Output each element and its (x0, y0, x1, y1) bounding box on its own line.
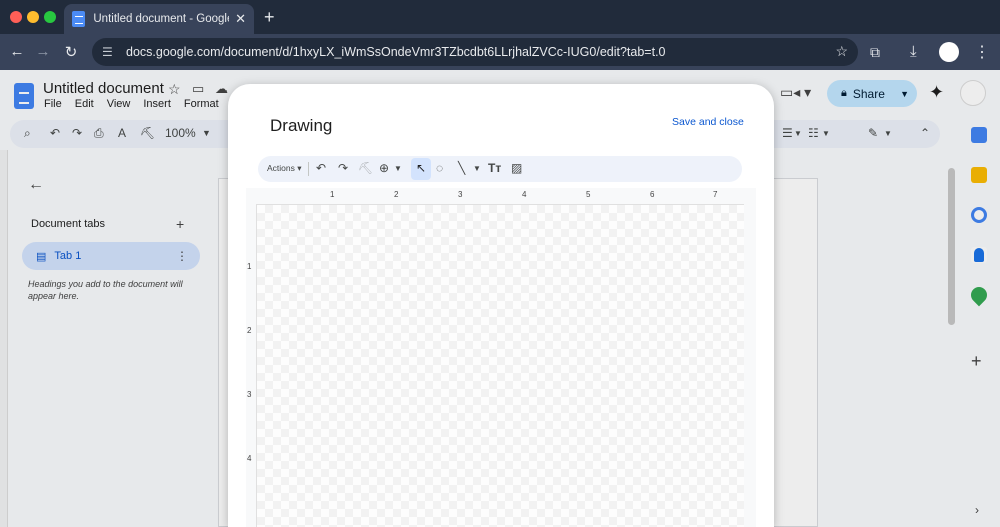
redo-icon[interactable]: ↷ (338, 161, 348, 175)
site-info-icon[interactable]: ☰ (102, 45, 122, 59)
window-close-button[interactable] (10, 11, 22, 23)
browser-profile-avatar[interactable] (939, 42, 959, 62)
drawing-canvas[interactable] (256, 204, 744, 527)
reload-icon[interactable]: ↻ (60, 43, 82, 61)
zoom-icon[interactable]: ⊕ (379, 161, 389, 175)
zoom-chevron-down-icon[interactable]: ▼ (394, 164, 402, 173)
browser-toolbar: ← → ↻ ☰ docs.google.com/document/d/1hxyL… (0, 34, 1000, 70)
actions-label: Actions (267, 163, 295, 173)
ruler-label: 2 (394, 190, 399, 199)
paint-format-icon[interactable]: ⛏ (358, 161, 373, 175)
browser-tab-active[interactable]: Untitled document - Google Docs ✕ (64, 4, 254, 34)
browser-tab-strip: Untitled document - Google Docs ✕ + (0, 0, 1000, 34)
text-box-icon[interactable]: Tт (488, 161, 501, 175)
tab-close-icon[interactable]: ✕ (235, 11, 246, 27)
ruler-label: 1 (247, 262, 252, 271)
url-text: docs.google.com/document/d/1hxyLX_iWmSsO… (126, 45, 666, 59)
drawing-horizontal-ruler: 1 2 3 4 5 6 7 (256, 190, 746, 204)
drawing-dialog: Drawing Save and close Actions ▾ ↶ ↷ ⛏ ⊕… (228, 84, 774, 527)
actions-menu-button[interactable]: Actions ▾ (267, 163, 302, 174)
address-bar[interactable]: ☰ docs.google.com/document/d/1hxyLX_iWmS… (92, 38, 858, 66)
ruler-label: 5 (586, 190, 591, 199)
new-tab-icon[interactable]: + (264, 7, 275, 28)
ruler-label: 3 (458, 190, 463, 199)
line-tool-icon[interactable]: ╲ (458, 161, 465, 175)
save-and-close-button[interactable]: Save and close (672, 116, 744, 128)
back-arrow-icon[interactable]: ← (6, 43, 28, 60)
drawing-toolbar: Actions ▾ ↶ ↷ ⛏ ⊕ ▼ ↖ ◌ ╲ ▼ Tт ▨ (258, 156, 742, 182)
forward-arrow-icon[interactable]: → (32, 43, 54, 60)
drawing-canvas-area: 1 2 3 4 5 6 7 1 2 3 4 (246, 188, 756, 527)
bookmark-star-icon[interactable]: ☆ (835, 43, 848, 60)
tab-search-icon[interactable]: ⧉ (870, 44, 880, 61)
download-icon[interactable]: ⤓ (910, 43, 917, 60)
ruler-label: 4 (247, 454, 252, 463)
browser-tab-title: Untitled document - Google Docs (93, 13, 229, 25)
line-chevron-down-icon[interactable]: ▼ (473, 164, 481, 173)
window-minimize-button[interactable] (27, 11, 39, 23)
ruler-label: 3 (247, 390, 252, 399)
window-zoom-button[interactable] (44, 11, 56, 23)
drawing-dialog-title: Drawing (270, 116, 333, 135)
toolbar-divider (308, 162, 309, 176)
undo-icon[interactable]: ↶ (316, 161, 326, 175)
ruler-label: 4 (522, 190, 527, 199)
ruler-label: 6 (650, 190, 655, 199)
docs-favicon-icon (72, 11, 86, 27)
select-tool-icon[interactable]: ↖ (411, 158, 431, 180)
browser-menu-icon[interactable]: ⋮ (974, 42, 990, 62)
ruler-label: 2 (247, 326, 252, 335)
image-icon[interactable]: ▨ (511, 161, 522, 175)
ruler-label: 7 (713, 190, 718, 199)
ruler-label: 1 (330, 190, 335, 199)
shape-tool-icon[interactable]: ◌ (436, 161, 443, 175)
drawing-vertical-ruler: 1 2 3 4 (246, 202, 256, 527)
